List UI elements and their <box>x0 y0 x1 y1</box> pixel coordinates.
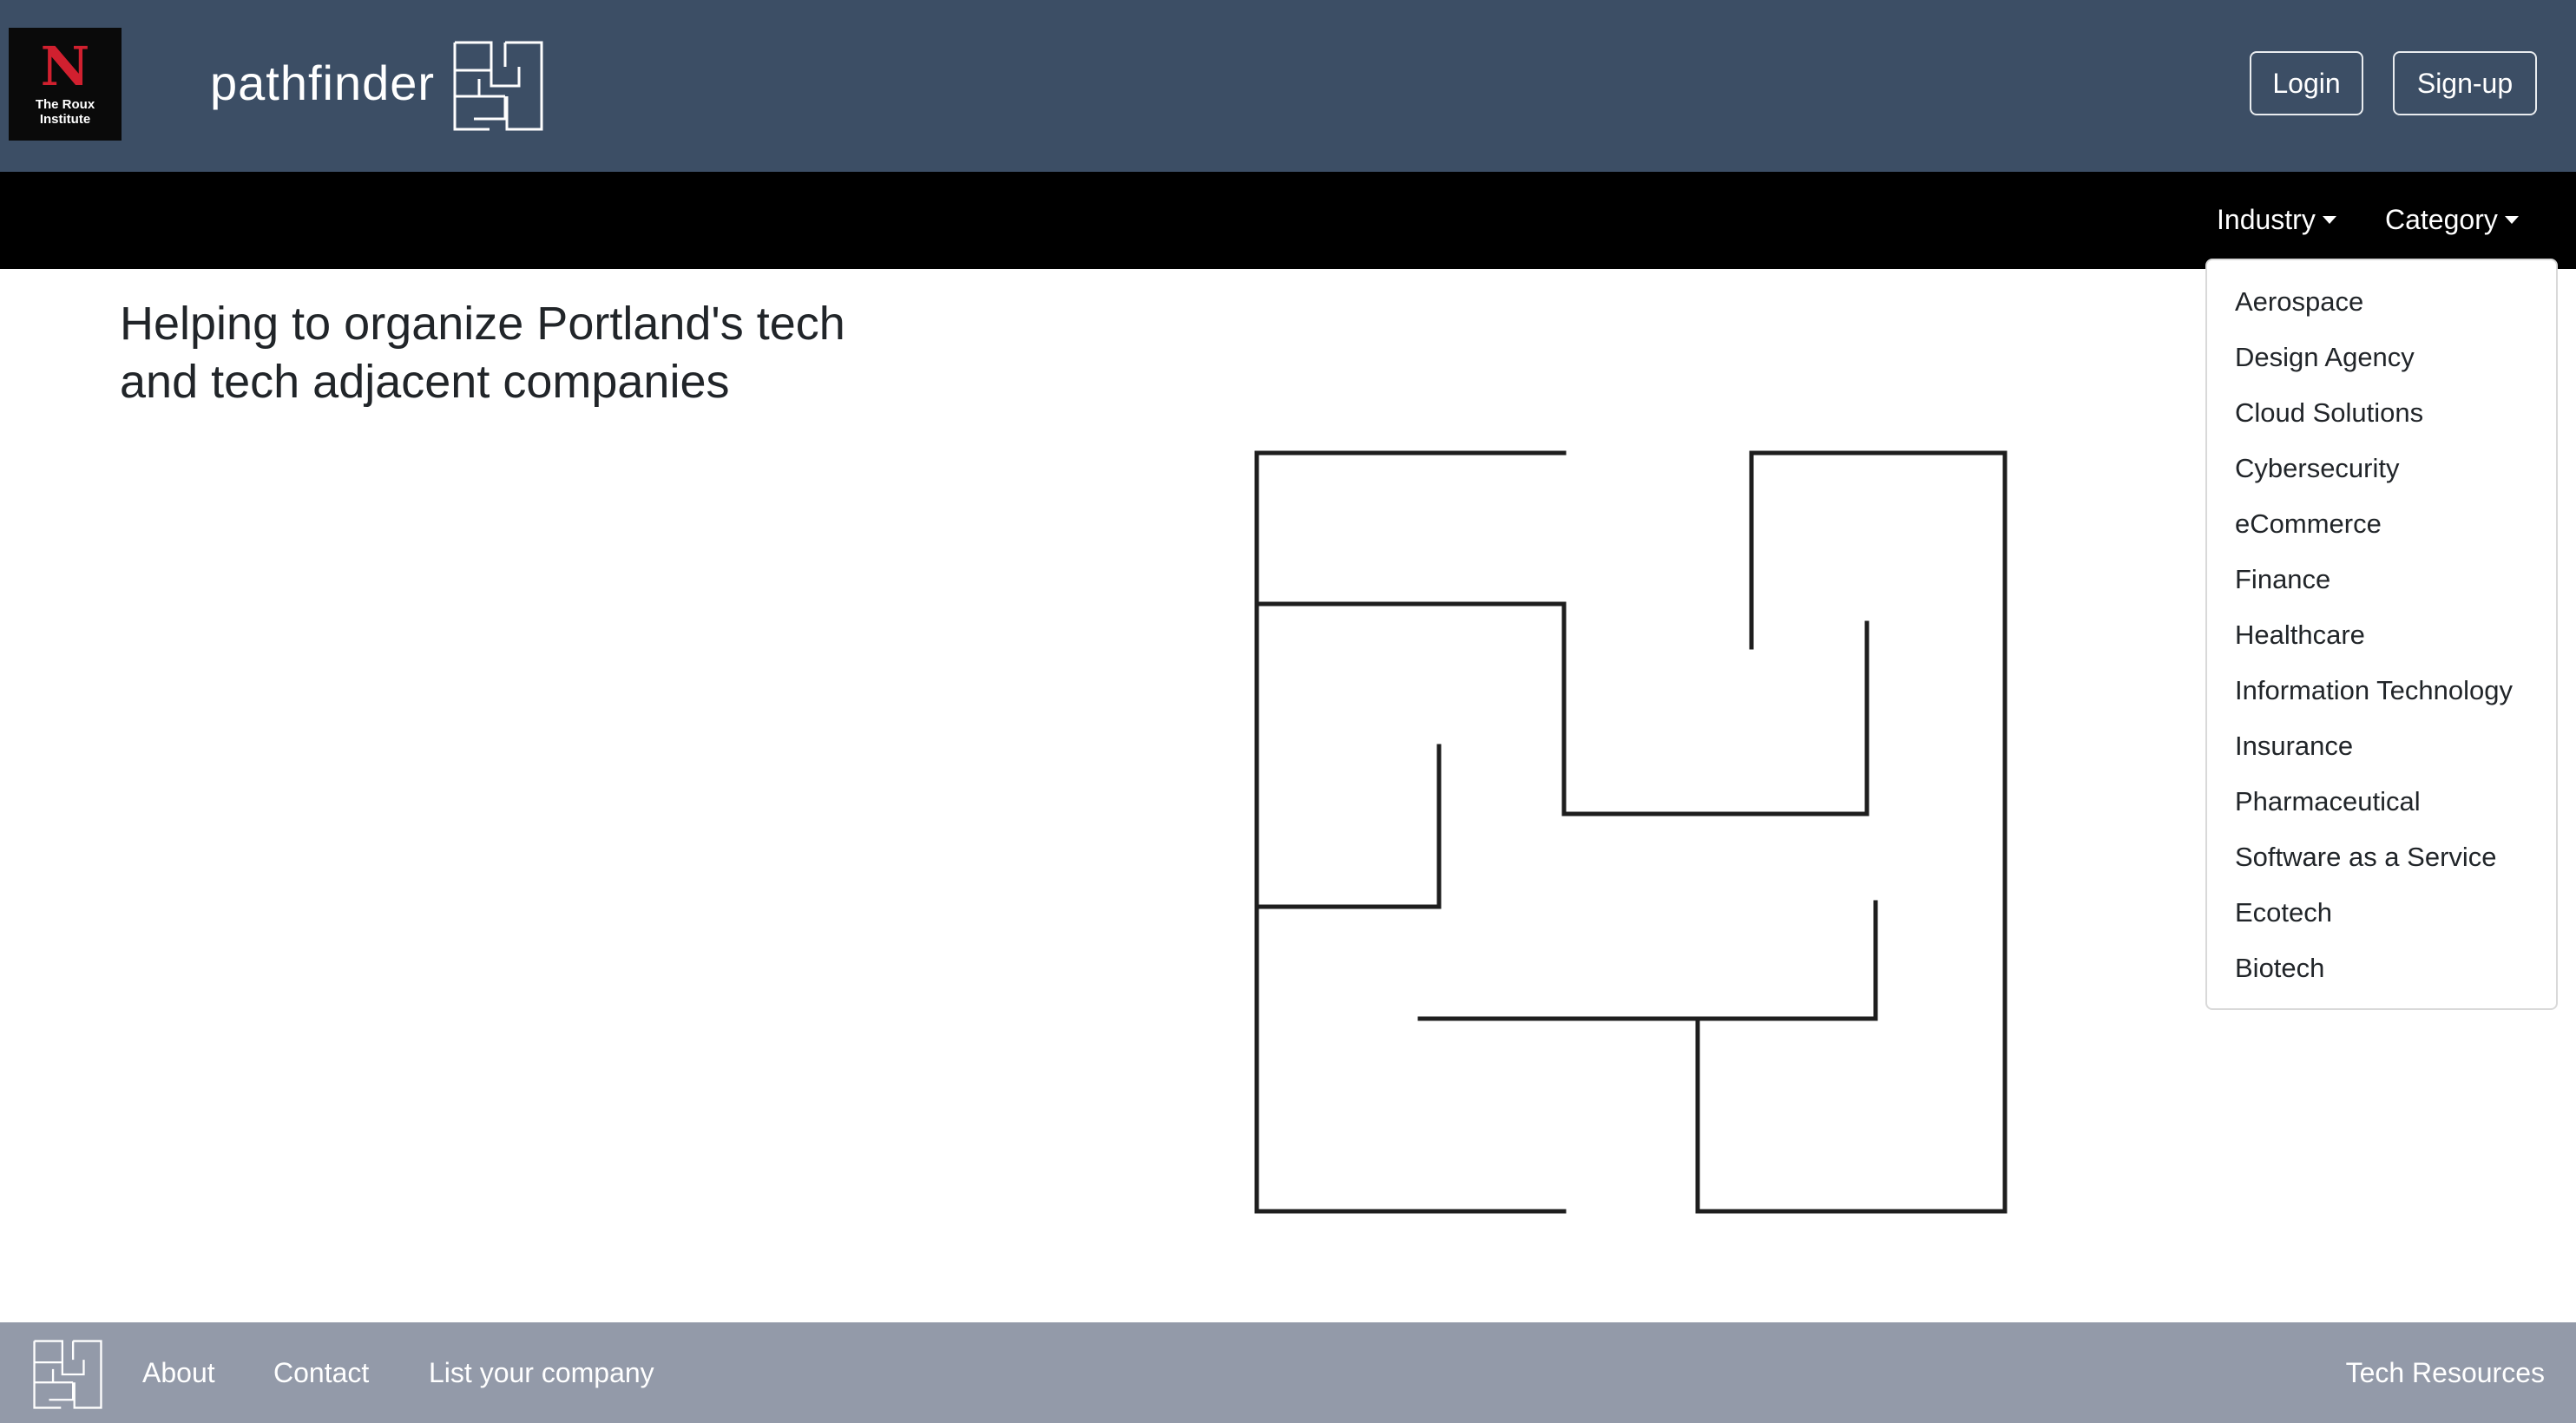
roux-logo-text: The Roux Institute <box>9 97 122 127</box>
industry-dropdown-menu: Aerospace Design Agency Cloud Solutions … <box>2205 259 2558 1010</box>
dropdown-item-information-technology[interactable]: Information Technology <box>2207 663 2556 718</box>
footer-contact-link[interactable]: Contact <box>273 1352 369 1393</box>
signup-button[interactable]: Sign-up <box>2393 51 2537 115</box>
dropdown-item-insurance[interactable]: Insurance <box>2207 718 2556 774</box>
dropdown-item-aerospace[interactable]: Aerospace <box>2207 274 2556 330</box>
top-header: N The Roux Institute pathfinder Login Si… <box>0 0 2576 172</box>
login-button[interactable]: Login <box>2250 51 2363 115</box>
dropdown-item-ecotech[interactable]: Ecotech <box>2207 885 2556 941</box>
roux-institute-logo[interactable]: N The Roux Institute <box>9 28 122 141</box>
category-dropdown-toggle[interactable]: Category <box>2385 198 2519 241</box>
dropdown-item-ecommerce[interactable]: eCommerce <box>2207 496 2556 552</box>
category-dropdown-label: Category <box>2385 204 2498 235</box>
footer-tech-resources-link[interactable]: Tech Resources <box>2346 1352 2545 1393</box>
brand-name[interactable]: pathfinder <box>210 50 435 116</box>
footer-list-company-link[interactable]: List your company <box>429 1352 654 1393</box>
dropdown-item-design-agency[interactable]: Design Agency <box>2207 330 2556 385</box>
industry-dropdown-toggle[interactable]: Industry <box>2217 198 2336 241</box>
nav-bar: Industry Category <box>0 172 2576 269</box>
maze-logo-icon[interactable] <box>453 41 543 131</box>
maze-logo-icon[interactable] <box>33 1340 102 1409</box>
roux-logo-text-line2: Institute <box>39 112 91 127</box>
northeastern-n-icon: N <box>40 35 90 98</box>
dropdown-item-cybersecurity[interactable]: Cybersecurity <box>2207 441 2556 496</box>
page-title: Helping to organize Portland's tech and … <box>120 298 845 408</box>
dropdown-item-software-as-a-service[interactable]: Software as a Service <box>2207 830 2556 885</box>
dropdown-item-finance[interactable]: Finance <box>2207 552 2556 607</box>
dropdown-item-cloud-solutions[interactable]: Cloud Solutions <box>2207 385 2556 441</box>
caret-down-icon <box>2504 216 2519 224</box>
dropdown-item-pharmaceutical[interactable]: Pharmaceutical <box>2207 774 2556 830</box>
footer-about-link[interactable]: About <box>142 1352 215 1393</box>
industry-dropdown-label: Industry <box>2217 204 2316 235</box>
maze-icon <box>1254 450 2008 1214</box>
caret-down-icon <box>2322 216 2336 224</box>
dropdown-item-healthcare[interactable]: Healthcare <box>2207 607 2556 663</box>
roux-logo-text-line1: The Roux <box>35 97 95 112</box>
footer: About Contact List your company Tech Res… <box>0 1322 2576 1423</box>
dropdown-item-biotech[interactable]: Biotech <box>2207 941 2556 996</box>
